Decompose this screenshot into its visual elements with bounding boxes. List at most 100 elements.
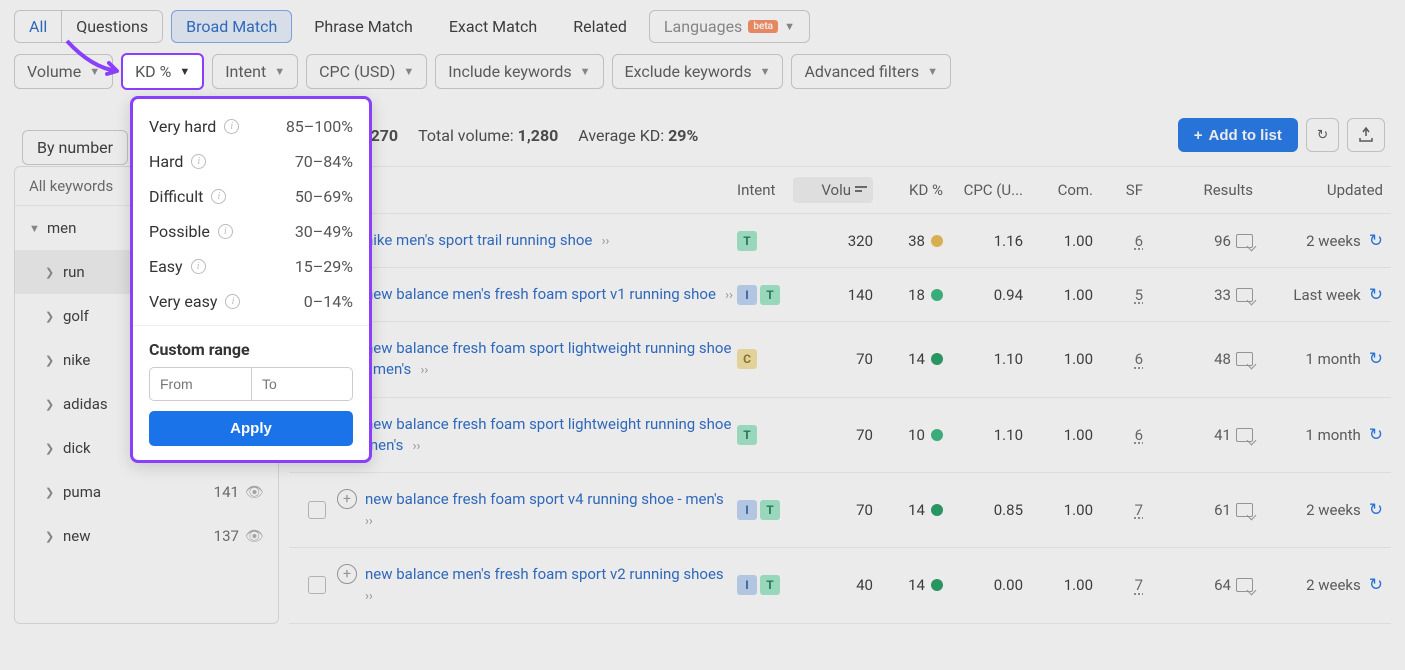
- sidebar-item-label: new: [63, 527, 214, 545]
- kd-from-input[interactable]: [149, 367, 251, 401]
- export-icon: [1358, 127, 1374, 143]
- sidebar-item-label: puma: [63, 483, 214, 501]
- refresh-button[interactable]: ↻: [1306, 118, 1339, 152]
- keyword-link[interactable]: new balance fresh foam sport lightweight…: [365, 338, 737, 380]
- serp-icon[interactable]: [1236, 352, 1253, 366]
- intent-badge-I: I: [737, 500, 757, 520]
- chevron-down-icon: ▼: [784, 20, 795, 33]
- kd-option-range: 50–69%: [295, 187, 353, 206]
- row-checkbox[interactable]: [308, 501, 326, 519]
- serp-icon[interactable]: [1236, 288, 1253, 302]
- refresh-icon[interactable]: ↻: [1369, 349, 1383, 369]
- filter-include[interactable]: Include keywords▼: [435, 54, 603, 89]
- add-keyword-icon[interactable]: +: [337, 564, 357, 584]
- cell-intent: T: [737, 231, 793, 251]
- cell-results: 61: [1143, 501, 1253, 519]
- filter-cpc[interactable]: CPC (USD)▼: [306, 54, 427, 89]
- kd-option[interactable]: Hardi70–84%: [133, 144, 369, 179]
- serp-icon[interactable]: [1236, 428, 1253, 442]
- filter-kd[interactable]: KD %▼: [121, 53, 204, 90]
- info-icon[interactable]: i: [191, 259, 206, 274]
- chevron-right-icon: ❯: [45, 398, 63, 411]
- kd-option-range: 85–100%: [286, 117, 353, 136]
- cell-kd: 38: [873, 232, 943, 250]
- cell-updated: 2 weeks↻: [1253, 500, 1383, 520]
- col-results[interactable]: Results: [1143, 181, 1253, 199]
- cell-cpc: 0.00: [943, 576, 1023, 594]
- tab-languages[interactable]: Languages beta ▼: [649, 10, 810, 43]
- export-button[interactable]: [1347, 118, 1385, 152]
- cell-results: 48: [1143, 350, 1253, 368]
- kd-option[interactable]: Very hardi85–100%: [133, 109, 369, 144]
- keyword-link[interactable]: new balance fresh foam sport v4 running …: [365, 489, 737, 531]
- expand-icon: ››: [409, 439, 420, 454]
- filter-exclude[interactable]: Exclude keywords▼: [612, 54, 784, 89]
- col-com[interactable]: Com.: [1023, 181, 1093, 199]
- keyword-link[interactable]: new balance men's fresh foam sport v1 ru…: [365, 284, 733, 305]
- serp-icon[interactable]: [1236, 503, 1253, 517]
- refresh-icon[interactable]: ↻: [1369, 285, 1383, 305]
- col-sf[interactable]: SF: [1093, 181, 1143, 199]
- kd-to-input[interactable]: [251, 367, 353, 401]
- info-icon[interactable]: i: [224, 119, 239, 134]
- intent-badge-T: T: [760, 500, 780, 520]
- chevron-right-icon: ❯: [45, 486, 63, 499]
- cell-updated: 1 month↻: [1253, 425, 1383, 445]
- tab-related[interactable]: Related: [559, 11, 641, 42]
- refresh-icon[interactable]: ↻: [1369, 500, 1383, 520]
- tab-exact-match[interactable]: Exact Match: [435, 11, 551, 42]
- info-icon[interactable]: i: [218, 224, 233, 239]
- refresh-icon[interactable]: ↻: [1369, 425, 1383, 445]
- by-number-button[interactable]: By number: [22, 130, 128, 165]
- intent-badge-I: I: [737, 285, 757, 305]
- keyword-link[interactable]: new balance men's fresh foam sport v2 ru…: [365, 564, 737, 606]
- col-intent[interactable]: Intent: [737, 181, 793, 199]
- info-icon[interactable]: i: [191, 154, 206, 169]
- serp-icon[interactable]: [1236, 578, 1253, 592]
- expand-icon: ››: [365, 514, 373, 529]
- sidebar-item-new[interactable]: ❯new137👁: [15, 514, 278, 558]
- cell-sf[interactable]: 6: [1093, 232, 1143, 250]
- cell-kd: 14: [873, 501, 943, 519]
- cell-kd: 18: [873, 286, 943, 304]
- row-checkbox[interactable]: [308, 576, 326, 594]
- apply-button[interactable]: Apply: [149, 411, 353, 446]
- table-header: word Intent Volu KD % CPC (U... Com. SF …: [289, 166, 1391, 214]
- cell-sf[interactable]: 6: [1093, 350, 1143, 368]
- sidebar-item-puma[interactable]: ❯puma141👁: [15, 470, 278, 514]
- cell-com: 1.00: [1023, 576, 1093, 594]
- cell-sf[interactable]: 7: [1093, 501, 1143, 519]
- col-cpc[interactable]: CPC (U...: [943, 181, 1023, 199]
- kd-option[interactable]: Easyi15–29%: [133, 249, 369, 284]
- keyword-link[interactable]: nike men's sport trail running shoe ››: [365, 230, 609, 251]
- cell-sf[interactable]: 5: [1093, 286, 1143, 304]
- info-icon[interactable]: i: [225, 294, 240, 309]
- cell-volume: 140: [793, 286, 873, 304]
- filter-intent[interactable]: Intent▼: [212, 54, 298, 89]
- cell-sf[interactable]: 7: [1093, 576, 1143, 594]
- intent-badge-T: T: [760, 575, 780, 595]
- col-volume[interactable]: Volu: [793, 177, 873, 203]
- cell-volume: 70: [793, 426, 873, 444]
- tab-all[interactable]: All: [15, 11, 62, 42]
- expand-icon: ››: [365, 589, 373, 604]
- refresh-icon[interactable]: ↻: [1369, 231, 1383, 251]
- add-to-list-button[interactable]: +Add to list: [1178, 118, 1298, 152]
- keyword-link[interactable]: new balance fresh foam sport lightweight…: [365, 414, 737, 456]
- add-keyword-icon[interactable]: +: [337, 489, 357, 509]
- filter-advanced[interactable]: Advanced filters▼: [791, 54, 951, 89]
- refresh-icon[interactable]: ↻: [1369, 575, 1383, 595]
- kd-option[interactable]: Very easyi0–14%: [133, 284, 369, 319]
- col-updated[interactable]: Updated: [1253, 181, 1383, 199]
- kd-option[interactable]: Difficulti50–69%: [133, 179, 369, 214]
- table-row: + new balance fresh foam sport v4 running…: [289, 473, 1391, 548]
- col-keyword[interactable]: word: [337, 181, 737, 199]
- tab-broad-match[interactable]: Broad Match: [171, 10, 292, 43]
- col-kd[interactable]: KD %: [873, 181, 943, 199]
- kd-option[interactable]: Possiblei30–49%: [133, 214, 369, 249]
- tab-phrase-match[interactable]: Phrase Match: [300, 11, 427, 42]
- cell-sf[interactable]: 6: [1093, 426, 1143, 444]
- info-icon[interactable]: i: [211, 189, 226, 204]
- table-row: + new balance men's fresh foam sport v2 r…: [289, 548, 1391, 623]
- serp-icon[interactable]: [1236, 234, 1253, 248]
